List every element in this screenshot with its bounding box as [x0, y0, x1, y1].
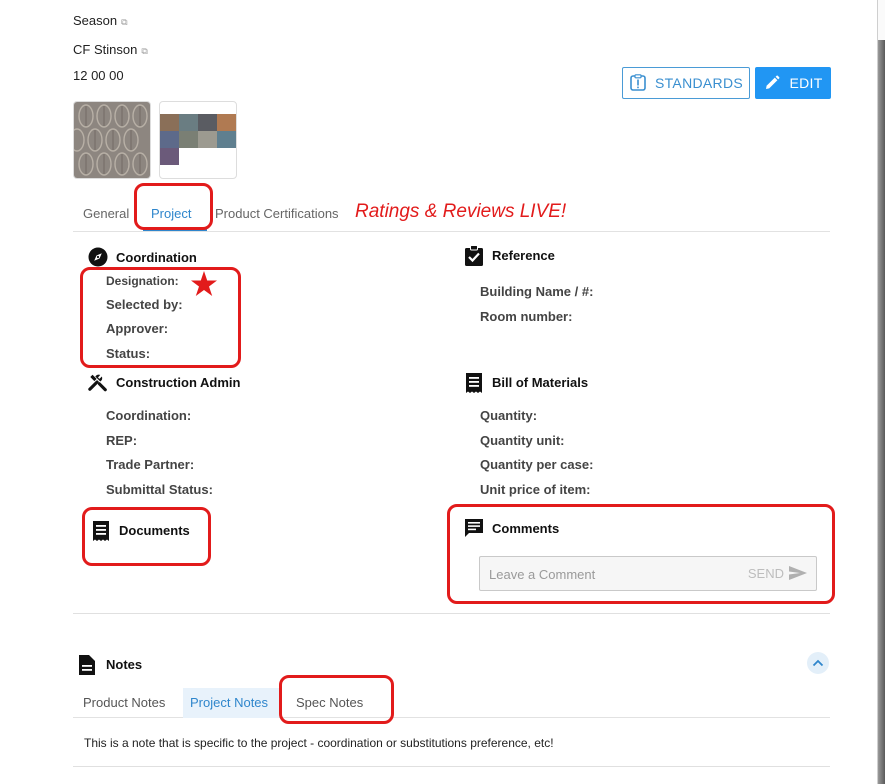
designation-field: Designation: [106, 274, 179, 288]
season-label[interactable]: Season [73, 13, 117, 28]
external-link-icon[interactable]: ⧉ [121, 17, 127, 27]
send-button[interactable]: SEND [748, 565, 808, 581]
fabric-swatch-thumbnail[interactable] [73, 101, 151, 179]
project-note-content: This is a note that is specific to the p… [84, 736, 554, 750]
bill-of-materials-title: Bill of Materials [492, 374, 589, 390]
coordination-title: Coordination [116, 249, 197, 265]
tab-general[interactable]: General [83, 206, 129, 221]
building-name-field: Building Name / #: [480, 284, 594, 299]
tools-icon [88, 372, 108, 392]
reference-section-title: Reference [464, 245, 555, 266]
selected-by-field: Selected by: [106, 297, 183, 312]
notes-tabs: Product Notes Project Notes Spec Notes [73, 688, 830, 718]
compass-icon [88, 247, 108, 267]
status-field: Status: [106, 346, 151, 361]
colorway-grid-thumbnail[interactable] [159, 101, 237, 179]
comment-input[interactable]: Leave a Comment SEND [479, 556, 817, 591]
document-icon [91, 520, 111, 541]
clipboard-check-icon [464, 245, 484, 266]
external-link-icon[interactable]: ⧉ [141, 46, 147, 56]
edit-label: EDIT [789, 75, 823, 91]
quantity-unit-field: Quantity unit: [480, 433, 565, 448]
comments-title: Comments [492, 520, 560, 536]
comments-section-title: Comments [464, 518, 559, 538]
bill-of-materials-section-title: Bill of Materials [464, 372, 589, 393]
tab-product-notes[interactable]: Product Notes [83, 695, 165, 710]
alert-box-icon [629, 74, 647, 92]
reference-title: Reference [492, 247, 555, 263]
star-annotation-icon [190, 270, 218, 303]
room-number-field: Room number: [480, 309, 573, 324]
tab-project[interactable]: Project [151, 206, 191, 221]
manufacturer-line[interactable]: CF Stinson ⧉ [73, 42, 148, 57]
tab-product-certifications[interactable]: Product Certifications [215, 206, 339, 221]
approver-field: Approver: [106, 321, 169, 336]
section-divider [73, 613, 830, 614]
trade-partner-field: Trade Partner: [106, 457, 195, 472]
file-icon [78, 654, 98, 675]
submittal-status-field: Submittal Status: [106, 482, 213, 497]
documents-title: Documents [119, 522, 190, 538]
edit-button[interactable]: EDIT [755, 67, 831, 99]
manufacturer-link[interactable]: CF Stinson [73, 42, 137, 57]
comment-placeholder[interactable]: Leave a Comment [489, 567, 595, 582]
notes-section-title: Notes [78, 654, 143, 675]
ca-coordination-field: Coordination: [106, 408, 192, 423]
pencil-icon [763, 74, 781, 92]
coordination-section-title: Coordination [88, 247, 197, 267]
notes-bottom-divider [73, 766, 830, 767]
season-line[interactable]: Season ⧉ [73, 13, 128, 28]
notes-title: Notes [106, 656, 143, 672]
send-icon [788, 565, 808, 581]
send-label: SEND [747, 565, 784, 581]
tab-spec-notes[interactable]: Spec Notes [296, 695, 363, 710]
construction-admin-title: Construction Admin [116, 374, 241, 390]
scrollbar-edge[interactable] [878, 40, 885, 784]
unit-price-field: Unit price of item: [480, 482, 591, 497]
documents-section-title: Documents [91, 520, 190, 541]
standards-button[interactable]: STANDARDS [622, 67, 750, 99]
collapse-notes-button[interactable] [807, 652, 829, 674]
tab-project-notes[interactable]: Project Notes [190, 695, 268, 710]
active-tab-indicator [143, 229, 207, 231]
quantity-field: Quantity: [480, 408, 538, 423]
comment-icon [464, 518, 484, 538]
standards-label: STANDARDS [654, 75, 743, 91]
quantity-per-case-field: Quantity per case: [480, 457, 594, 472]
ratings-reviews-annotation: Ratings & Reviews LIVE! [355, 201, 567, 222]
rep-field: REP: [106, 433, 138, 448]
chevron-up-icon [812, 659, 824, 667]
product-detail-panel: Season ⧉ CF Stinson ⧉ 12 00 00 STANDARDS E… [0, 0, 878, 784]
spec-code: 12 00 00 [73, 68, 124, 83]
receipt-icon [464, 372, 484, 393]
construction-admin-section-title: Construction Admin [88, 372, 240, 392]
